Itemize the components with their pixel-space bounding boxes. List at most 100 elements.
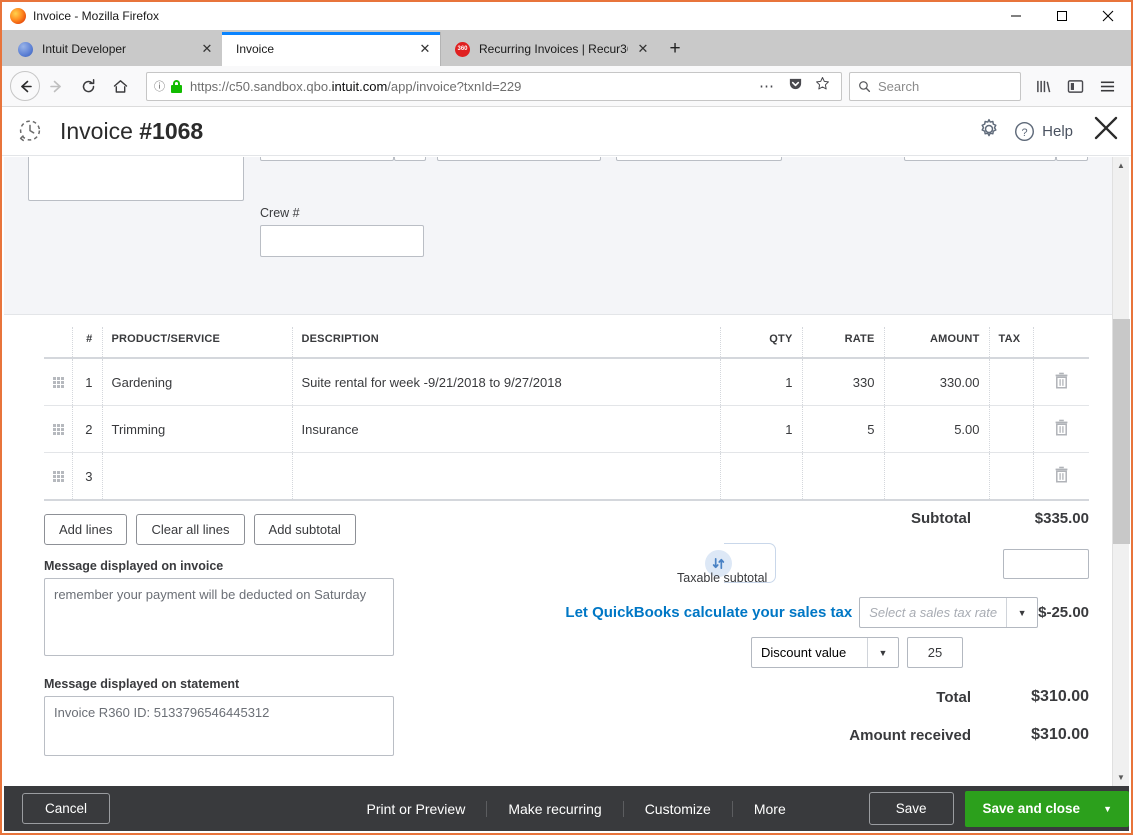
browser-tab-intuit-developer[interactable]: Intuit Developer ✕ xyxy=(4,32,222,66)
make-recurring-button[interactable]: Make recurring xyxy=(487,800,624,817)
url-bar[interactable]: ⓘ https://c50.sandbox.qbo.intuit.com/app… xyxy=(146,71,842,101)
customize-button[interactable]: Customize xyxy=(624,800,733,817)
line-rate[interactable]: 5 xyxy=(802,405,885,453)
column-header-product-service: PRODUCT/SERVICE xyxy=(102,327,293,359)
header-actions: ? Help xyxy=(978,115,1119,147)
scrollbar-track[interactable] xyxy=(1113,174,1130,769)
page-actions-icon[interactable]: ⋯ xyxy=(752,77,782,95)
bookmark-star-icon[interactable] xyxy=(809,76,834,96)
clear-all-lines-button[interactable]: Clear all lines xyxy=(136,514,245,545)
sales-tax-rate-select[interactable]: Select a sales tax rate ▼ xyxy=(859,597,1039,628)
line-qty[interactable]: 1 xyxy=(720,405,803,453)
amount-received-value: $310.00 xyxy=(1031,726,1089,743)
calculate-sales-tax-link[interactable]: Let QuickBooks calculate your sales tax xyxy=(565,604,852,621)
pocket-icon[interactable] xyxy=(782,76,809,96)
home-button[interactable] xyxy=(104,70,136,102)
line-amount[interactable]: 330.00 xyxy=(884,358,990,406)
drag-handle-icon[interactable] xyxy=(44,405,73,453)
invoice-date-field[interactable] xyxy=(437,157,601,161)
close-window-button[interactable] xyxy=(1085,2,1131,30)
discount-amount-input[interactable] xyxy=(907,637,963,668)
delete-line-button[interactable] xyxy=(1033,358,1089,406)
discount-type-select[interactable]: Discount value ▼ xyxy=(751,637,899,668)
tab-close-icon[interactable]: ✕ xyxy=(634,40,652,58)
due-date-field[interactable] xyxy=(616,157,782,161)
more-button[interactable]: More xyxy=(733,801,807,817)
subtotal-row: Subtotal $335.00 xyxy=(569,510,1089,527)
browser-tab-invoice[interactable]: Invoice ✕ xyxy=(222,32,440,66)
library-icon[interactable] xyxy=(1027,70,1059,102)
line-qty[interactable]: 1 xyxy=(720,358,803,406)
scroll-down-arrow-icon[interactable]: ▼ xyxy=(1113,769,1129,786)
help-button[interactable]: ? Help xyxy=(1014,121,1073,142)
invoice-header: Invoice #1068 ? Help xyxy=(2,107,1131,156)
add-lines-button[interactable]: Add lines xyxy=(44,514,128,545)
invoice-top-fields: Crew # xyxy=(4,157,1129,315)
terms-caret-field[interactable] xyxy=(394,157,426,161)
chevron-down-icon[interactable]: ▼ xyxy=(867,638,898,667)
sidebar-icon[interactable] xyxy=(1059,70,1091,102)
line-rate[interactable] xyxy=(802,452,885,501)
recur360-icon: 360 xyxy=(455,41,470,57)
drag-handle-icon[interactable] xyxy=(44,452,73,501)
table-row[interactable]: 1 Gardening Suite rental for week -9/21/… xyxy=(44,358,1089,406)
search-input[interactable]: Search xyxy=(849,71,1021,101)
line-amount[interactable]: 5.00 xyxy=(884,405,990,453)
add-subtotal-button[interactable]: Add subtotal xyxy=(253,514,356,545)
drag-handle-icon[interactable] xyxy=(44,358,73,406)
save-dropdown-caret-icon[interactable]: ▼ xyxy=(1097,804,1129,814)
save-button[interactable]: Save xyxy=(868,792,954,825)
close-invoice-button[interactable] xyxy=(1087,115,1119,147)
cancel-button[interactable]: Cancel xyxy=(22,793,111,824)
line-description[interactable] xyxy=(292,452,721,501)
line-description[interactable]: Insurance xyxy=(292,405,721,453)
taxable-subtotal-label: Taxable subtotal xyxy=(677,571,768,585)
tab-close-icon[interactable]: ✕ xyxy=(198,40,216,58)
discount-display-value: $-25.00 xyxy=(1038,604,1089,621)
location-field[interactable] xyxy=(904,157,1056,161)
minimize-button[interactable] xyxy=(993,2,1039,30)
hamburger-menu-icon[interactable] xyxy=(1091,70,1123,102)
gear-icon[interactable] xyxy=(978,118,1000,145)
save-and-close-button[interactable]: Save and close xyxy=(965,801,1097,816)
line-rate[interactable]: 330 xyxy=(802,358,885,406)
column-header-description: DESCRIPTION xyxy=(292,327,721,359)
scroll-up-arrow-icon[interactable]: ▲ xyxy=(1113,157,1129,174)
line-product-service[interactable]: Trimming xyxy=(102,405,293,453)
line-description[interactable]: Suite rental for week -9/21/2018 to 9/27… xyxy=(292,358,721,406)
table-row[interactable]: 3 xyxy=(44,452,1089,501)
back-button[interactable] xyxy=(10,71,40,101)
line-product-service[interactable]: Gardening xyxy=(102,358,293,406)
scrollbar-thumb[interactable] xyxy=(1113,319,1130,544)
recurring-clock-icon[interactable] xyxy=(16,117,44,145)
delete-line-button[interactable] xyxy=(1033,452,1089,501)
vertical-scrollbar[interactable]: ▲ ▼ xyxy=(1112,157,1130,786)
line-tax[interactable] xyxy=(989,405,1034,453)
reload-button[interactable] xyxy=(72,70,104,102)
subtotal-value: $335.00 xyxy=(1034,510,1089,527)
line-amount[interactable] xyxy=(884,452,990,501)
line-tax[interactable] xyxy=(989,358,1034,406)
terms-field[interactable] xyxy=(260,157,394,161)
chevron-down-icon[interactable]: ▼ xyxy=(1006,598,1037,627)
delete-line-button[interactable] xyxy=(1033,405,1089,453)
taxable-subtotal-input[interactable] xyxy=(1003,549,1089,579)
forward-button[interactable] xyxy=(40,70,72,102)
tab-close-icon[interactable]: ✕ xyxy=(416,40,434,58)
page-info-icon[interactable]: ⓘ xyxy=(154,78,165,94)
line-product-service[interactable] xyxy=(102,452,293,501)
crew-number-input[interactable] xyxy=(260,225,424,257)
invoice-message-input[interactable] xyxy=(44,578,394,656)
browser-tab-recur360[interactable]: 360 Recurring Invoices | Recur360 - ✕ xyxy=(440,32,658,66)
maximize-button[interactable] xyxy=(1039,2,1085,30)
location-caret-field[interactable] xyxy=(1056,157,1088,161)
billing-address-field[interactable] xyxy=(28,157,244,201)
new-tab-button[interactable]: + xyxy=(658,32,692,66)
line-tax[interactable] xyxy=(989,452,1034,501)
table-row[interactable]: 2 Trimming Insurance 1 5 5.00 xyxy=(44,405,1089,453)
line-qty[interactable] xyxy=(720,452,803,501)
invoice-footer-section: Add lines Clear all lines Add subtotal M… xyxy=(4,501,1129,786)
window-controls xyxy=(993,2,1131,30)
statement-message-input[interactable] xyxy=(44,696,394,756)
print-or-preview-button[interactable]: Print or Preview xyxy=(346,800,488,817)
